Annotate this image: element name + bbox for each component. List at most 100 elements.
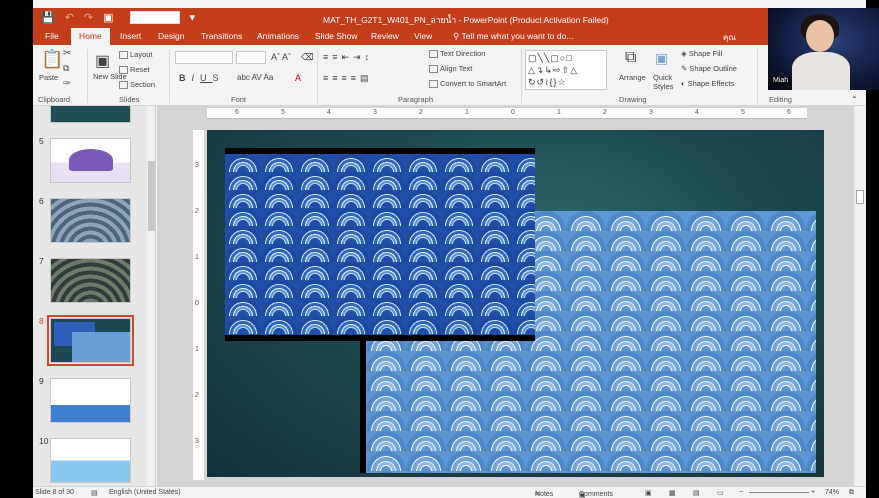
tab-transitions[interactable]: Transitions: [201, 31, 242, 41]
tab-review[interactable]: Review: [371, 31, 399, 41]
thumbnail-number: 6: [39, 196, 44, 206]
reading-view-icon[interactable]: ▤: [693, 489, 700, 497]
section-button[interactable]: Section: [119, 80, 155, 90]
zoom-in-icon[interactable]: +: [811, 489, 815, 496]
webcam-name-label: Miah: [770, 76, 792, 85]
shape-effects-label: Shape Effects: [687, 79, 735, 88]
align-text-button[interactable]: Align Text: [429, 64, 473, 74]
arrange-icon[interactable]: ⧉: [625, 49, 636, 67]
format-painter-icon[interactable]: ✑: [63, 78, 71, 89]
slide-sorter-icon[interactable]: ▦: [669, 489, 676, 497]
copy-icon[interactable]: ⧉: [63, 63, 69, 74]
thumbnail-scrollbar[interactable]: [147, 106, 155, 486]
layout-icon: [119, 51, 128, 60]
new-slide-icon[interactable]: ▣: [95, 51, 110, 71]
smartart-icon: [429, 80, 438, 89]
ruler-tick: 1: [465, 109, 469, 116]
ruler-tick: 0: [195, 300, 199, 307]
text-direction-button[interactable]: Text Direction: [429, 49, 485, 59]
thumbnail-slide-10[interactable]: [50, 438, 131, 483]
tab-view[interactable]: View: [414, 31, 432, 41]
slides-group-label: Slides: [119, 95, 140, 104]
shape-fill-button[interactable]: ◈ Shape Fill: [681, 49, 722, 58]
tab-design[interactable]: Design: [158, 31, 184, 41]
quick-styles-icon[interactable]: ▣: [655, 50, 668, 67]
thumbnail-slide-5[interactable]: [50, 138, 131, 183]
thumbnail-slide-4[interactable]: [50, 106, 131, 123]
align-buttons[interactable]: ≡≡≡≡▤: [323, 73, 373, 84]
group-separator: [87, 49, 88, 103]
zoom-slider[interactable]: [749, 492, 809, 493]
thumbnail-number: 9: [39, 376, 44, 386]
font-size-box[interactable]: [236, 51, 266, 64]
reset-button[interactable]: Reset: [119, 65, 150, 75]
thumbnail-slide-7[interactable]: [50, 258, 131, 303]
font-name-box[interactable]: [175, 51, 233, 64]
slide-thumbnail-pane: 5 6 7 8 9 10: [33, 106, 156, 486]
language-indicator[interactable]: English (United States): [109, 489, 181, 496]
layout-button[interactable]: Layout: [119, 50, 153, 60]
slide-canvas[interactable]: [207, 130, 824, 477]
ruler-tick: 2: [603, 109, 607, 116]
font-group-label: Font: [231, 95, 247, 104]
thumbnail-slide-9[interactable]: [50, 378, 131, 423]
account-name[interactable]: คุณ: [723, 31, 736, 44]
shape-outline-button[interactable]: ✎ Shape Outline: [681, 64, 737, 73]
align-text-label: Align Text: [440, 64, 473, 73]
reset-icon: [119, 66, 128, 75]
normal-view-icon[interactable]: ▣: [645, 489, 652, 497]
quick-styles-button[interactable]: Quick Styles: [653, 73, 679, 91]
redo-icon[interactable]: ↷: [84, 11, 93, 24]
align-text-icon: [429, 65, 438, 74]
tab-animations[interactable]: Animations: [257, 31, 299, 41]
thumbnail-slide-6[interactable]: [50, 198, 131, 243]
effects-icon: ◐: [681, 79, 686, 88]
clipboard-group-label: Clipboard: [38, 95, 71, 104]
spellcheck-icon[interactable]: ▤: [91, 489, 98, 497]
quick-access-toolbar: 💾 ↶ ↷ ▣ ▾: [41, 11, 195, 24]
wave-pattern-picture-small[interactable]: [225, 148, 535, 341]
qat-customize-icon[interactable]: ▾: [190, 11, 196, 24]
thumbnail-graphic: [69, 149, 113, 171]
qat-font-box[interactable]: [129, 11, 180, 24]
shape-effects-button[interactable]: ◐ Shape Effects: [681, 79, 734, 88]
convert-smartart-button[interactable]: Convert to SmartArt: [429, 79, 506, 89]
ruler-tick: 6: [787, 109, 791, 116]
tab-file[interactable]: File: [45, 31, 59, 41]
font-style-buttons[interactable]: BIUS: [179, 73, 225, 83]
tell-me-box[interactable]: ⚲ Tell me what you want to do...: [453, 31, 573, 42]
ruler-tick: 4: [695, 109, 699, 116]
zoom-level[interactable]: 74%: [825, 489, 839, 496]
thumbnail-scroll-thumb[interactable]: [148, 161, 155, 231]
paragraph-group-label: Paragraph: [398, 95, 434, 104]
font-color-icon[interactable]: A: [295, 73, 301, 83]
comments-label: Comments: [579, 491, 613, 498]
ruler-tick: 4: [327, 109, 331, 116]
zoom-out-icon[interactable]: −: [739, 489, 743, 496]
webcam-person-face: [806, 20, 834, 52]
shapes-gallery[interactable]: ▢╲╲▢○□ △↴↳⇨⇧△ ↻↺≀{}☆: [525, 50, 607, 90]
arrange-button[interactable]: Arrange: [619, 73, 646, 82]
paste-icon[interactable]: 📋: [41, 49, 63, 70]
clear-format-icon[interactable]: ⌫: [301, 52, 314, 63]
paste-button[interactable]: Paste: [39, 73, 58, 82]
notes-label: Notes: [535, 491, 554, 498]
font-spacing-icon[interactable]: abc AV Aa: [237, 73, 273, 82]
collapse-ribbon-icon[interactable]: ⌃: [851, 95, 858, 104]
undo-icon[interactable]: ↶: [65, 11, 74, 24]
editor-scroll-thumb[interactable]: [856, 190, 864, 204]
list-buttons[interactable]: ≡≡⇤⇥↕: [323, 52, 373, 63]
tab-home[interactable]: Home: [71, 28, 110, 45]
present-icon[interactable]: ▣: [103, 11, 113, 24]
save-icon[interactable]: 💾: [41, 11, 55, 24]
thumbnail-slide-8[interactable]: [47, 315, 134, 366]
fit-slide-icon[interactable]: ⧉: [849, 489, 854, 497]
cut-icon[interactable]: ✂: [63, 48, 71, 59]
slideshow-icon[interactable]: ▭: [717, 489, 724, 497]
editor-scrollbar[interactable]: [854, 106, 866, 486]
tab-insert[interactable]: Insert: [120, 31, 141, 41]
drawing-group-label: Drawing: [619, 95, 647, 104]
tab-slideshow[interactable]: Slide Show: [315, 31, 358, 41]
ruler-tick: 1: [195, 254, 199, 261]
grow-font-icon[interactable]: Aˆ Aˇ: [271, 52, 291, 62]
